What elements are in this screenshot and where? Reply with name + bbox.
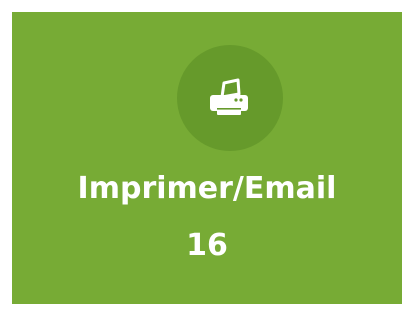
tile-count: 16 <box>186 228 228 263</box>
print-email-tile[interactable]: Imprimer/Email 16 <box>12 12 402 304</box>
tile-title: Imprimer/Email <box>77 171 337 206</box>
icon-circle <box>177 45 283 151</box>
printer-icon <box>210 78 248 115</box>
